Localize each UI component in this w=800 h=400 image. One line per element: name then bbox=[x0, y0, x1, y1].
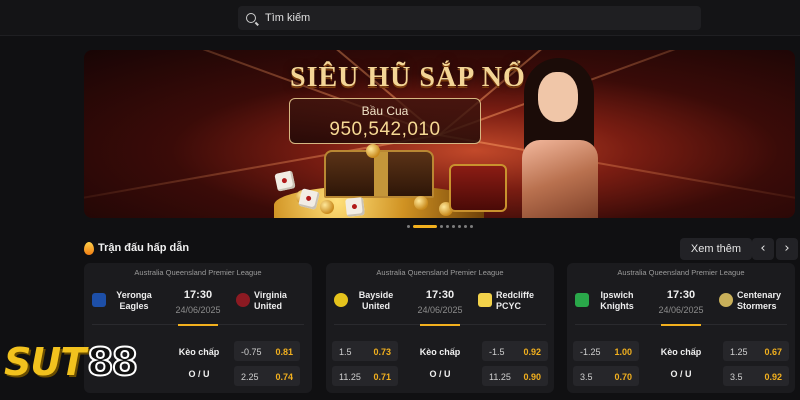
odds-line: 3.5 bbox=[730, 372, 743, 382]
search-icon bbox=[246, 13, 256, 23]
away-team-name: Redcliffe PCYC bbox=[496, 290, 535, 311]
odds-value: 0.92 bbox=[764, 372, 782, 382]
section-title: Trận đấu hấp dẫn bbox=[98, 242, 190, 254]
slot-machine bbox=[449, 164, 507, 212]
odds-value: 0.67 bbox=[764, 347, 782, 357]
treasure-chest bbox=[324, 150, 434, 198]
odds-button[interactable]: 3.5 0.92 bbox=[723, 366, 789, 386]
chevron-right-icon[interactable]: › bbox=[776, 238, 798, 260]
coin bbox=[366, 144, 380, 158]
chevron-left-icon[interactable]: ‹ bbox=[752, 238, 774, 260]
carousel-dot[interactable] bbox=[458, 225, 461, 228]
odds-value: 0.90 bbox=[523, 372, 541, 382]
odds-line: 11.25 bbox=[489, 372, 511, 382]
divider bbox=[575, 324, 787, 326]
jackpot-game-name: Bầu Cua bbox=[361, 104, 409, 118]
dice bbox=[345, 197, 365, 217]
carousel-dot[interactable] bbox=[407, 225, 410, 228]
top-bar bbox=[0, 0, 800, 36]
carousel-dot-active[interactable] bbox=[413, 225, 437, 228]
fire-icon bbox=[84, 242, 94, 255]
odds-value: 0.92 bbox=[523, 347, 541, 357]
odds-value: 0.81 bbox=[275, 347, 293, 357]
match-card[interactable]: Australia Queensland Premier League Bays… bbox=[326, 263, 554, 393]
dice bbox=[274, 170, 296, 192]
carousel-dot[interactable] bbox=[470, 225, 473, 228]
see-more-button[interactable]: Xem thêm bbox=[680, 238, 752, 260]
odds-button[interactable]: 11.25 0.90 bbox=[482, 366, 548, 386]
divider bbox=[334, 324, 546, 326]
match-card[interactable]: Australia Queensland Premier League Ipsw… bbox=[567, 263, 795, 393]
brand-logo: SUT 88 bbox=[4, 339, 139, 385]
odds-button[interactable]: 1.25 0.67 bbox=[723, 341, 789, 361]
league-name: Australia Queensland Premier League bbox=[376, 268, 504, 277]
brand-logo-text: SUT bbox=[4, 340, 86, 384]
away-team-name: Virginia United bbox=[254, 290, 287, 311]
away-team-logo bbox=[478, 293, 492, 307]
carousel-dot[interactable] bbox=[446, 225, 449, 228]
promo-banner[interactable]: SIÊU HŨ SẮP NỔ Bầu Cua 950,542,010 bbox=[84, 50, 795, 218]
away-team-logo bbox=[719, 293, 733, 307]
banner-title: SIÊU HŨ SẮP NỔ bbox=[290, 62, 526, 93]
search-input[interactable] bbox=[265, 12, 665, 24]
carousel-dot[interactable] bbox=[464, 225, 467, 228]
jackpot-amount: 950,542,010 bbox=[329, 119, 441, 140]
banner-model-image bbox=[502, 50, 612, 218]
carousel-indicator bbox=[407, 225, 473, 228]
odds-button[interactable]: -0.75 0.81 bbox=[234, 341, 300, 361]
carousel-dot[interactable] bbox=[452, 225, 455, 228]
jackpot-box: Bầu Cua 950,542,010 bbox=[289, 98, 481, 144]
odds-button[interactable]: -1.5 0.92 bbox=[482, 341, 548, 361]
odds-value: 0.74 bbox=[275, 372, 293, 382]
divider bbox=[92, 324, 304, 326]
odds-line: 2.25 bbox=[241, 372, 259, 382]
away-team-logo bbox=[236, 293, 250, 307]
search-box[interactable] bbox=[238, 6, 701, 30]
odds-button[interactable]: 2.25 0.74 bbox=[234, 366, 300, 386]
league-name: Australia Queensland Premier League bbox=[617, 268, 745, 277]
odds-line: 1.25 bbox=[730, 347, 748, 357]
featured-matches-header: Trận đấu hấp dẫn Xem thêm ‹ › bbox=[84, 238, 798, 260]
coin bbox=[320, 200, 334, 214]
league-name: Australia Queensland Premier League bbox=[134, 268, 262, 277]
brand-logo-number: 88 bbox=[86, 339, 139, 385]
coin bbox=[414, 196, 428, 210]
odds-line: -1.5 bbox=[489, 347, 505, 357]
carousel-dot[interactable] bbox=[440, 225, 443, 228]
away-team-name: Centenary Stormers bbox=[737, 290, 782, 311]
odds-line: -0.75 bbox=[241, 347, 262, 357]
